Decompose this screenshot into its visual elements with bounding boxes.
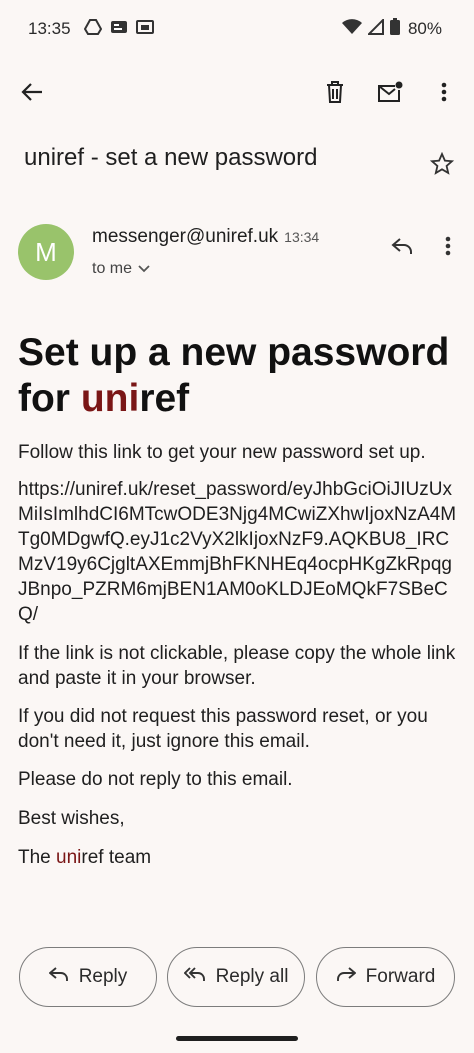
reply-icon — [391, 237, 413, 260]
reply-icon-button[interactable] — [382, 228, 422, 268]
battery-percent: 80% — [407, 19, 442, 38]
app-bar — [0, 70, 474, 118]
delete-button[interactable] — [315, 74, 355, 114]
sent-time: 13:34 — [284, 229, 320, 245]
status-bar: 13:35 80% — [0, 0, 474, 58]
notification-icons — [83, 19, 154, 40]
google-news-icon — [110, 19, 128, 40]
message-more-button[interactable] — [428, 228, 468, 268]
recipient-label: to me — [92, 260, 133, 277]
reset-password-link[interactable]: https://uniref.uk/reset_password/eyJhbGc… — [18, 477, 458, 627]
signature-prefix: The — [18, 847, 57, 868]
more-options-button[interactable] — [424, 74, 464, 114]
reply-icon — [48, 966, 69, 988]
email-subject: uniref - set a new password — [24, 144, 318, 171]
avatar[interactable]: M — [18, 224, 74, 280]
reply-button[interactable]: Reply — [19, 947, 157, 1007]
signature-uni: uni — [56, 847, 82, 868]
email-heading: Set up a new password for uniref — [18, 330, 458, 422]
tablet-icon — [136, 19, 154, 40]
reply-label: Reply — [78, 966, 128, 987]
intro-text: Follow this link to get your new passwor… — [18, 442, 426, 463]
mark-unread-button[interactable] — [370, 74, 410, 114]
forward-icon — [336, 966, 357, 988]
back-button[interactable] — [12, 74, 52, 114]
forward-label: Forward — [365, 966, 436, 987]
wifi-icon — [341, 18, 362, 40]
wishes-text: Best wishes, — [18, 808, 125, 829]
no-reply-text: Please do not reply to this email. — [18, 769, 293, 790]
sender-line: messenger@uniref.uk 13:34 — [92, 226, 319, 248]
mark-unread-icon — [377, 81, 403, 108]
reply-all-button[interactable]: Reply all — [167, 947, 305, 1007]
drive-icon — [83, 19, 103, 40]
email-body: Set up a new password for uniref Follow … — [18, 330, 458, 870]
sender-email[interactable]: messenger@uniref.uk — [92, 226, 278, 247]
brand-uni: uni — [80, 377, 140, 420]
reply-all-icon — [183, 966, 206, 988]
back-icon — [21, 82, 43, 107]
more-vert-icon — [441, 82, 447, 107]
signature-rest: ref team — [81, 847, 152, 868]
star-icon — [429, 151, 455, 180]
more-vert-icon — [445, 236, 451, 261]
gesture-nav-bar[interactable] — [176, 1036, 298, 1041]
forward-button[interactable]: Forward — [316, 947, 455, 1007]
delete-icon — [325, 80, 345, 108]
signal-icon — [366, 17, 384, 40]
recipient-toggle[interactable]: to me — [92, 260, 150, 278]
chevron-down-icon — [138, 260, 150, 278]
battery-icon — [389, 18, 400, 40]
reply-all-label: Reply all — [215, 966, 289, 987]
copy-link-text: If the link is not clickable, please cop… — [18, 643, 456, 689]
status-time: 13:35 — [28, 19, 71, 38]
signature: The uniref team — [18, 845, 458, 870]
system-icons: 80% — [341, 17, 442, 40]
ignore-text: If you did not request this password res… — [18, 706, 428, 752]
brand-ref: ref — [139, 377, 190, 420]
star-button[interactable] — [429, 151, 455, 181]
